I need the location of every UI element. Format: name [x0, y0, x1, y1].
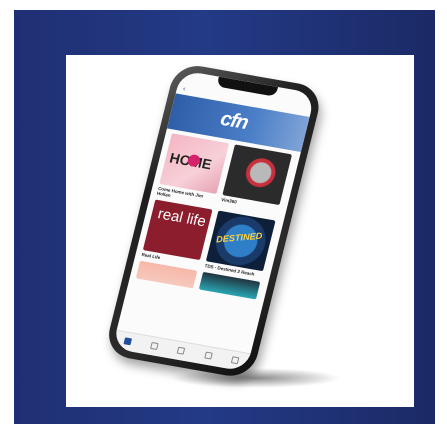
back-icon: ‹ [182, 85, 187, 93]
tab-settings [230, 356, 240, 365]
podcast-thumb: HOME [159, 133, 230, 194]
podcast-thumb: DESTINED [205, 210, 276, 272]
tab-bar [112, 329, 251, 372]
search-icon [150, 342, 159, 351]
tab-favorites [177, 346, 186, 356]
podcast-thumb [222, 144, 293, 206]
podcast-thumb: real life [142, 199, 213, 261]
podcast-card: real life Real Life [141, 199, 213, 266]
tab-home [123, 337, 133, 346]
phone-body: ‹ cfn HOME Come Home with Jim Hollan [103, 62, 325, 380]
phone-mockup: ‹ cfn HOME Come Home with Jim Hollan [99, 62, 374, 408]
banner-logo: cfn [218, 107, 251, 134]
library-icon [203, 351, 213, 360]
tab-library [203, 351, 213, 360]
podcast-grid: HOME Come Home with Jim Hollan Vim360 re [135, 133, 294, 300]
phone-screen: ‹ cfn HOME Come Home with Jim Hollan [112, 70, 316, 372]
blue-frame: ‹ cfn HOME Come Home with Jim Hollan [14, 10, 435, 424]
home-icon [123, 337, 133, 346]
podcast-card: DESTINED TDS - Destined 2 Reach [204, 210, 276, 278]
gear-icon [230, 356, 240, 365]
podcast-card: Vim360 [219, 144, 293, 216]
tab-search [150, 342, 159, 351]
thumb-text: DESTINED [216, 230, 263, 245]
heart-icon [177, 346, 186, 355]
photo-area: ‹ cfn HOME Come Home with Jim Hollan [66, 55, 414, 407]
podcast-card: HOME Come Home with Jim Hollan [156, 133, 230, 205]
thumb-text: real life [155, 205, 208, 231]
